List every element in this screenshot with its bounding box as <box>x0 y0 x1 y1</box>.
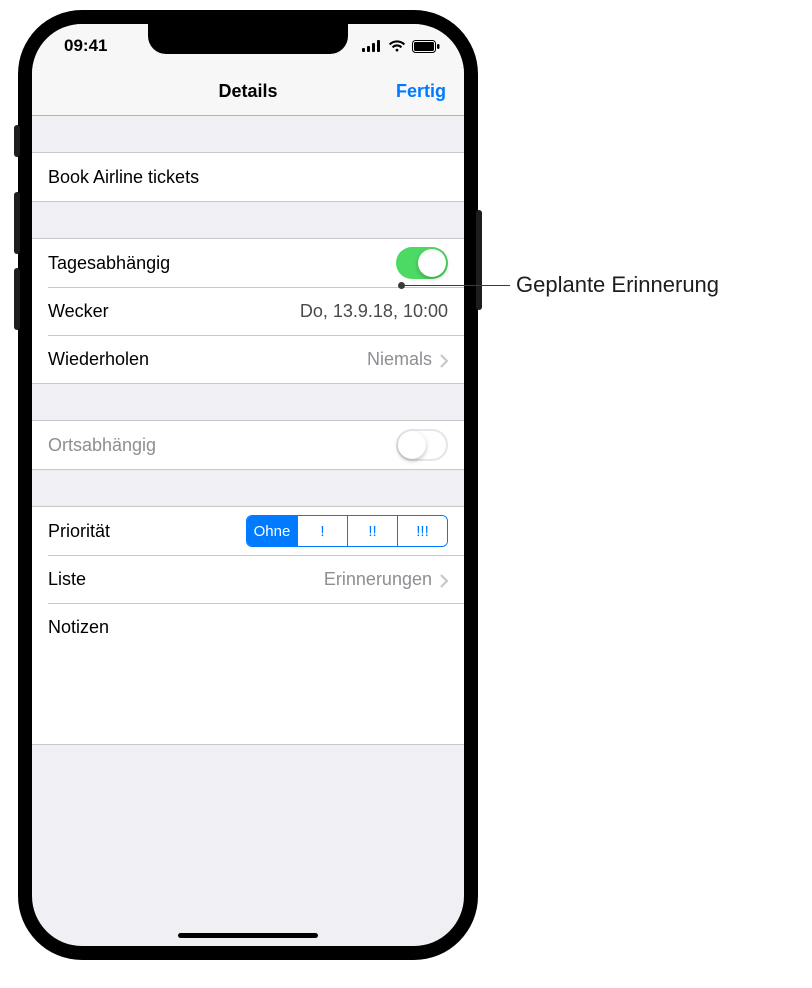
battery-icon <box>412 40 440 53</box>
location-section: Ortsabhängig <box>32 420 464 470</box>
title-section: Book Airline tickets <box>32 152 464 202</box>
location-based-row: Ortsabhängig <box>32 421 464 469</box>
section-gap <box>32 116 464 152</box>
day-based-label: Tagesabhängig <box>48 253 170 274</box>
chevron-right-icon <box>440 572 448 586</box>
section-gap <box>32 384 464 420</box>
nav-title: Details <box>218 81 277 102</box>
location-based-toggle[interactable] <box>396 429 448 461</box>
wifi-icon <box>388 40 406 52</box>
alarm-value: Do, 13.9.18, 10:00 <box>300 301 448 322</box>
repeat-row[interactable]: Wiederholen Niemals <box>32 335 464 383</box>
priority-option-low[interactable]: ! <box>297 516 347 546</box>
priority-label: Priorität <box>48 521 110 542</box>
callout-text: Geplante Erinnerung <box>516 272 719 298</box>
day-based-toggle[interactable] <box>396 247 448 279</box>
priority-option-none[interactable]: Ohne <box>247 516 297 546</box>
repeat-label: Wiederholen <box>48 349 149 370</box>
section-gap <box>32 470 464 506</box>
reminder-title-field[interactable]: Book Airline tickets <box>32 153 464 201</box>
volume-down-button <box>14 268 20 330</box>
day-based-row: Tagesabhängig <box>32 239 464 287</box>
silence-switch <box>14 125 20 157</box>
alarm-label: Wecker <box>48 301 109 322</box>
screen: 09:41 <box>32 24 464 946</box>
status-icons <box>362 40 440 53</box>
iphone-frame: 09:41 <box>18 10 478 960</box>
volume-up-button <box>14 192 20 254</box>
date-section: Tagesabhängig Wecker Do, 13.9.18, 10:00 … <box>32 238 464 384</box>
nav-bar: Details Fertig <box>32 68 464 116</box>
meta-section: Priorität Ohne ! !! !!! Liste Erinnerung… <box>32 506 464 651</box>
reminder-title-text: Book Airline tickets <box>48 167 199 188</box>
priority-segmented[interactable]: Ohne ! !! !!! <box>246 515 448 547</box>
priority-row: Priorität Ohne ! !! !!! <box>32 507 464 555</box>
toggle-knob <box>418 249 446 277</box>
notes-label: Notizen <box>48 617 109 638</box>
location-based-label: Ortsabhängig <box>48 435 156 456</box>
notes-field[interactable] <box>32 651 464 745</box>
cell-signal-icon <box>362 40 382 52</box>
list-value: Erinnerungen <box>324 569 432 590</box>
status-time: 09:41 <box>64 36 107 56</box>
home-indicator[interactable] <box>178 933 318 938</box>
list-label: Liste <box>48 569 86 590</box>
repeat-value: Niemals <box>367 349 432 370</box>
notch <box>148 24 348 54</box>
notes-row[interactable]: Notizen <box>32 603 464 651</box>
done-button[interactable]: Fertig <box>396 81 446 102</box>
toggle-knob <box>398 431 426 459</box>
power-button <box>476 210 482 310</box>
section-gap <box>32 202 464 238</box>
priority-option-high[interactable]: !!! <box>397 516 447 546</box>
priority-option-med[interactable]: !! <box>347 516 397 546</box>
list-row[interactable]: Liste Erinnerungen <box>32 555 464 603</box>
alarm-row[interactable]: Wecker Do, 13.9.18, 10:00 <box>32 287 464 335</box>
chevron-right-icon <box>440 352 448 366</box>
